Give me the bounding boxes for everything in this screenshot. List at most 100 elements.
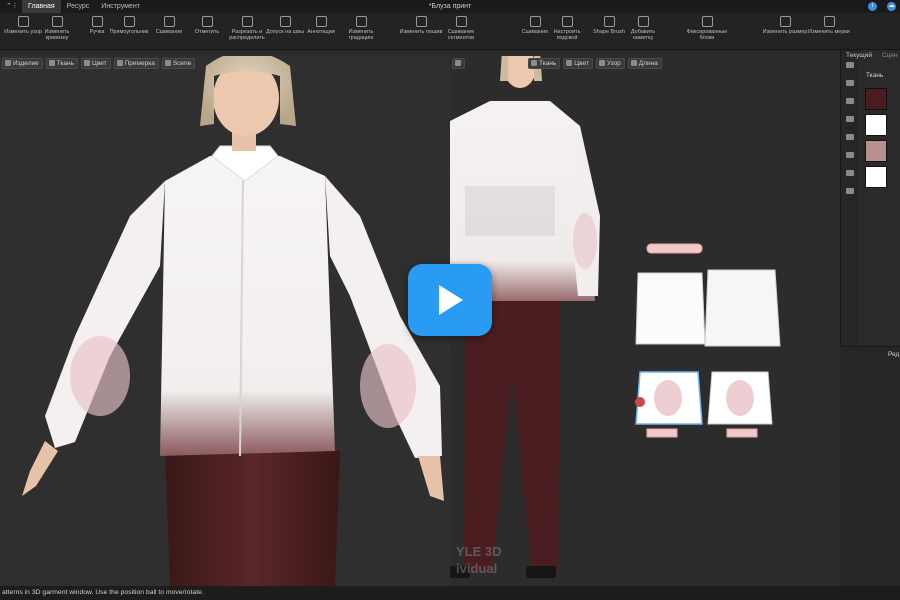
editor-label: Ред [888, 351, 900, 358]
play-icon [439, 285, 463, 315]
watermark-line1: YLE 3D [456, 544, 502, 559]
avatar-3d-full [450, 56, 781, 578]
scene-icon [164, 60, 171, 66]
fabric2-dropdown[interactable]: Ткань [528, 57, 561, 69]
object-browser-panel: Текущий Сцен Ткань [846, 50, 900, 346]
measure-icon [823, 16, 835, 27]
layers-icon[interactable] [845, 134, 854, 140]
menu-icon[interactable] [845, 152, 854, 158]
fabric2-icon [531, 60, 537, 66]
color2-icon [566, 60, 573, 66]
watermark-line2: ividual [456, 561, 498, 576]
length-dropdown[interactable]: Длина [627, 57, 662, 69]
lining-icon [561, 16, 573, 27]
length-icon [630, 60, 637, 66]
shoe-right [526, 566, 556, 578]
curve-icon [51, 16, 63, 27]
fabric-swatch-2[interactable] [865, 114, 887, 136]
pen-icon [91, 16, 103, 27]
video-play-button[interactable] [408, 264, 492, 336]
2d-pattern-window[interactable]: Ткань Цвет Узор Длина YLE 3D ividual [450, 56, 840, 586]
segment-icon [455, 16, 467, 27]
3d-view-toolbar: Изделие Ткань Цвет Примерка Scene [0, 56, 196, 70]
tab-resource[interactable]: Ресурс [61, 0, 96, 13]
fabric-section-title: Ткань [866, 72, 884, 79]
plus-icon[interactable] [845, 80, 854, 86]
avatar-3d-closeup [22, 56, 444, 586]
settings-icon[interactable] [845, 98, 854, 104]
garment-dropdown[interactable]: Изделие [2, 57, 43, 69]
blocks-icon [701, 16, 713, 27]
view-mode-button[interactable] [452, 57, 465, 69]
pattern-pieces[interactable] [635, 243, 781, 438]
avatar-icon[interactable] [845, 188, 854, 194]
fabric-icon [48, 60, 55, 66]
edit-grading-button[interactable]: Изменить градацию [338, 16, 384, 41]
collar-piece[interactable] [646, 243, 703, 254]
sleeve-print-right [726, 380, 754, 416]
tab-current[interactable]: Текущий [846, 52, 872, 59]
cloud-icon[interactable]: ☁ [887, 2, 896, 11]
pattern2-icon [598, 60, 605, 66]
fabric-swatch-1[interactable] [865, 88, 887, 110]
back-piece[interactable] [704, 269, 781, 347]
segment-sewing-button[interactable]: Сшивание сегментов [438, 16, 484, 41]
change-size-button[interactable]: Изменить размер [762, 16, 808, 35]
floral-print-full [573, 213, 597, 269]
info-icon[interactable]: i [868, 2, 877, 11]
color-dropdown[interactable]: Цвет [81, 57, 111, 69]
pattern-dropdown[interactable]: Узор [595, 57, 625, 69]
brush-icon [603, 16, 615, 27]
rectangle-icon [123, 16, 135, 27]
right-hand [418, 456, 444, 501]
seam-icon [279, 16, 291, 27]
cuff-piece-left[interactable] [646, 428, 678, 438]
fabric-swatch-3[interactable] [865, 140, 887, 162]
color-icon [84, 60, 91, 66]
tab-scene[interactable]: Сцен [882, 52, 898, 59]
lace-panel [465, 186, 555, 236]
status-bar: atterns in 3D garment window. Use the po… [0, 586, 900, 600]
color2-dropdown[interactable]: Цвет [563, 57, 593, 69]
tab-tool[interactable]: Инструмент [95, 0, 146, 13]
sewing2-icon [529, 16, 541, 27]
property-editor-panel: Ред [840, 346, 900, 586]
tack-icon [637, 16, 649, 27]
tab-home[interactable]: Главная [22, 0, 61, 13]
add-tack-button[interactable]: Добавить наметку [620, 16, 666, 41]
fixed-blocks-button[interactable]: Фиксированные блоки [684, 16, 730, 41]
ruler-icon[interactable] [845, 116, 854, 122]
ribbon-toolbar: Изменить узор Изменить кривизну Ручка Пр… [0, 13, 900, 50]
fitting-dropdown[interactable]: Примерка [113, 57, 159, 69]
sewing-icon [163, 16, 175, 27]
floral-print-left [70, 336, 130, 416]
floral-print-right [360, 344, 416, 428]
fabric-dropdown[interactable]: Ткань [45, 57, 79, 69]
change-measure-button[interactable]: Изменить мерки [806, 16, 852, 35]
list-icon[interactable] [845, 62, 854, 68]
front-piece[interactable] [635, 272, 706, 345]
cuff-piece-right[interactable] [726, 428, 758, 438]
sleeve-print-left [654, 380, 682, 416]
pants [165, 451, 340, 586]
left-hand [22, 441, 58, 496]
app-menu-icon[interactable]: ⌃ ⁝ [0, 0, 22, 13]
lining-button[interactable]: Настроить подсвой [544, 16, 590, 41]
edit-sewing-icon [415, 16, 427, 27]
move-gizmo-icon[interactable] [635, 397, 645, 407]
fitting-icon [116, 60, 123, 66]
cut-icon [241, 16, 253, 27]
scene-dropdown[interactable]: Scene [161, 57, 196, 69]
3d-garment-window[interactable]: Изделие Ткань Цвет Примерка Scene [0, 56, 450, 586]
shirt-body [160, 156, 335, 456]
mark-icon [201, 16, 213, 27]
title-bar: ⌃ ⁝ Главная Ресурс Инструмент *Блуза при… [0, 0, 900, 13]
annotation-icon [315, 16, 327, 27]
pants-full [464, 296, 560, 571]
size-icon [779, 16, 791, 27]
side-icon-strip [840, 50, 858, 346]
garment-icon [5, 60, 11, 66]
target-icon [455, 60, 461, 66]
link-icon[interactable] [845, 170, 854, 176]
fabric-swatch-4[interactable] [865, 166, 887, 188]
